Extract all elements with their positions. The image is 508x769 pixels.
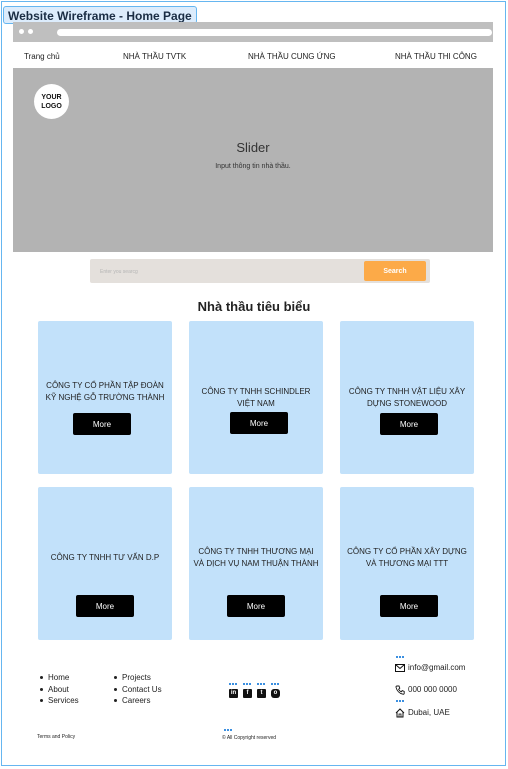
footer-link-services[interactable]: Services — [38, 695, 79, 707]
nav-item-cung-ung[interactable]: NHÀ THẦU CUNG ỨNG — [248, 52, 336, 61]
email-text: info@gmail.com — [408, 663, 466, 672]
home-icon — [395, 708, 405, 718]
nav-item-tvtk[interactable]: NHÀ THẦU TVTK — [123, 52, 186, 61]
mail-icon — [395, 663, 405, 672]
linkedin-icon[interactable]: in — [229, 689, 238, 698]
contractor-name: CÔNG TY CỔ PHẦN TẬP ĐOÀN KỸ NGHỆ GỖ TRƯỜ… — [45, 381, 165, 402]
dotted-marker — [271, 683, 279, 688]
browser-bar — [13, 22, 493, 42]
facebook-icon[interactable]: f — [243, 689, 252, 698]
terms-link[interactable]: Terms and Policy — [37, 734, 75, 740]
contractor-name: CÔNG TY TNHH VẬT LIỆU XÂY DỰNG STONEWOOD — [348, 387, 466, 408]
more-button[interactable]: More — [380, 595, 438, 617]
logo[interactable]: YOUR LOGO — [34, 84, 69, 119]
address-bar[interactable] — [57, 29, 492, 36]
slider-title: Slider — [236, 140, 270, 155]
footer-links-col-2: Projects Contact Us Careers — [112, 672, 162, 707]
contractor-card: CÔNG TY TNHH SCHINDLER VIỆT NAM More — [189, 321, 323, 474]
search-input[interactable] — [98, 263, 362, 281]
more-button[interactable]: More — [230, 412, 288, 434]
phone-icon — [395, 685, 405, 695]
footer-link-projects[interactable]: Projects — [112, 672, 162, 684]
footer-link-home[interactable]: Home — [38, 672, 79, 684]
instagram-icon[interactable]: o — [271, 689, 280, 698]
more-button[interactable]: More — [227, 595, 285, 617]
contact-email[interactable]: info@gmail.com — [395, 663, 465, 672]
hero-slider: YOUR LOGO Slider Input thông tin nhà thầ… — [13, 68, 493, 252]
slider-subtitle: Input thông tin nhà thầu. — [215, 163, 291, 170]
contractor-card: CÔNG TY TNHH TƯ VẤN D.P More — [38, 487, 172, 640]
logo-line-1: YOUR — [41, 93, 62, 101]
contact-phone[interactable]: 000 000 0000 — [395, 685, 457, 695]
contractor-name: CÔNG TY TNHH TƯ VẤN D.P — [50, 553, 160, 562]
footer-link-about[interactable]: About — [38, 684, 79, 696]
footer-link-contact[interactable]: Contact Us — [112, 684, 162, 696]
contractor-name: CÔNG TY TNHH SCHINDLER VIỆT NAM — [201, 387, 311, 408]
more-button[interactable]: More — [73, 413, 131, 435]
main-nav: Trang chủ NHÀ THẦU TVTK NHÀ THẦU CUNG ỨN… — [13, 48, 493, 66]
section-title: Nhà thầu tiêu biểu — [197, 299, 311, 314]
window-dot-icon — [19, 29, 24, 34]
dotted-marker — [229, 683, 237, 688]
contractor-card: CÔNG TY CỔ PHẦN XÂY DỰNG VÀ THƯƠNG MẠI T… — [340, 487, 474, 640]
contact-address: Dubai, UAE — [395, 708, 450, 718]
contractor-name: CÔNG TY TNHH THƯƠNG MẠI VÀ DỊCH VỤ NAM T… — [193, 547, 319, 568]
nav-item-thi-cong[interactable]: NHÀ THẦU THI CÔNG — [395, 52, 477, 61]
address-text: Dubai, UAE — [408, 708, 450, 718]
copyright-icon: © — [222, 735, 226, 741]
contractor-name: CÔNG TY CỔ PHẦN XÂY DỰNG VÀ THƯƠNG MẠI T… — [347, 547, 467, 568]
nav-item-home[interactable]: Trang chủ — [24, 52, 60, 61]
more-button[interactable]: More — [76, 595, 134, 617]
search-bar: Search — [90, 259, 430, 283]
dotted-marker — [243, 683, 251, 688]
more-button[interactable]: More — [380, 413, 438, 435]
window-dot-icon — [28, 29, 33, 34]
footer-links-col-1: Home About Services — [38, 672, 79, 707]
phone-text: 000 000 0000 — [408, 685, 457, 695]
copyright-text: All Copyright reserved — [226, 735, 276, 741]
copyright: © All Copyright reserved — [222, 735, 276, 741]
search-button[interactable]: Search — [364, 261, 426, 281]
contractor-card: CÔNG TY CỔ PHẦN TẬP ĐOÀN KỸ NGHỆ GỖ TRƯỜ… — [38, 321, 172, 474]
dotted-marker — [396, 700, 404, 705]
footer-link-careers[interactable]: Careers — [112, 695, 162, 707]
dotted-marker — [224, 729, 232, 734]
dotted-marker — [396, 656, 404, 661]
contractor-card: CÔNG TY TNHH VẬT LIỆU XÂY DỰNG STONEWOOD… — [340, 321, 474, 474]
dotted-marker — [257, 683, 265, 688]
contractor-card: CÔNG TY TNHH THƯƠNG MẠI VÀ DỊCH VỤ NAM T… — [189, 487, 323, 640]
twitter-icon[interactable]: t — [257, 689, 266, 698]
logo-line-2: LOGO — [41, 102, 62, 110]
